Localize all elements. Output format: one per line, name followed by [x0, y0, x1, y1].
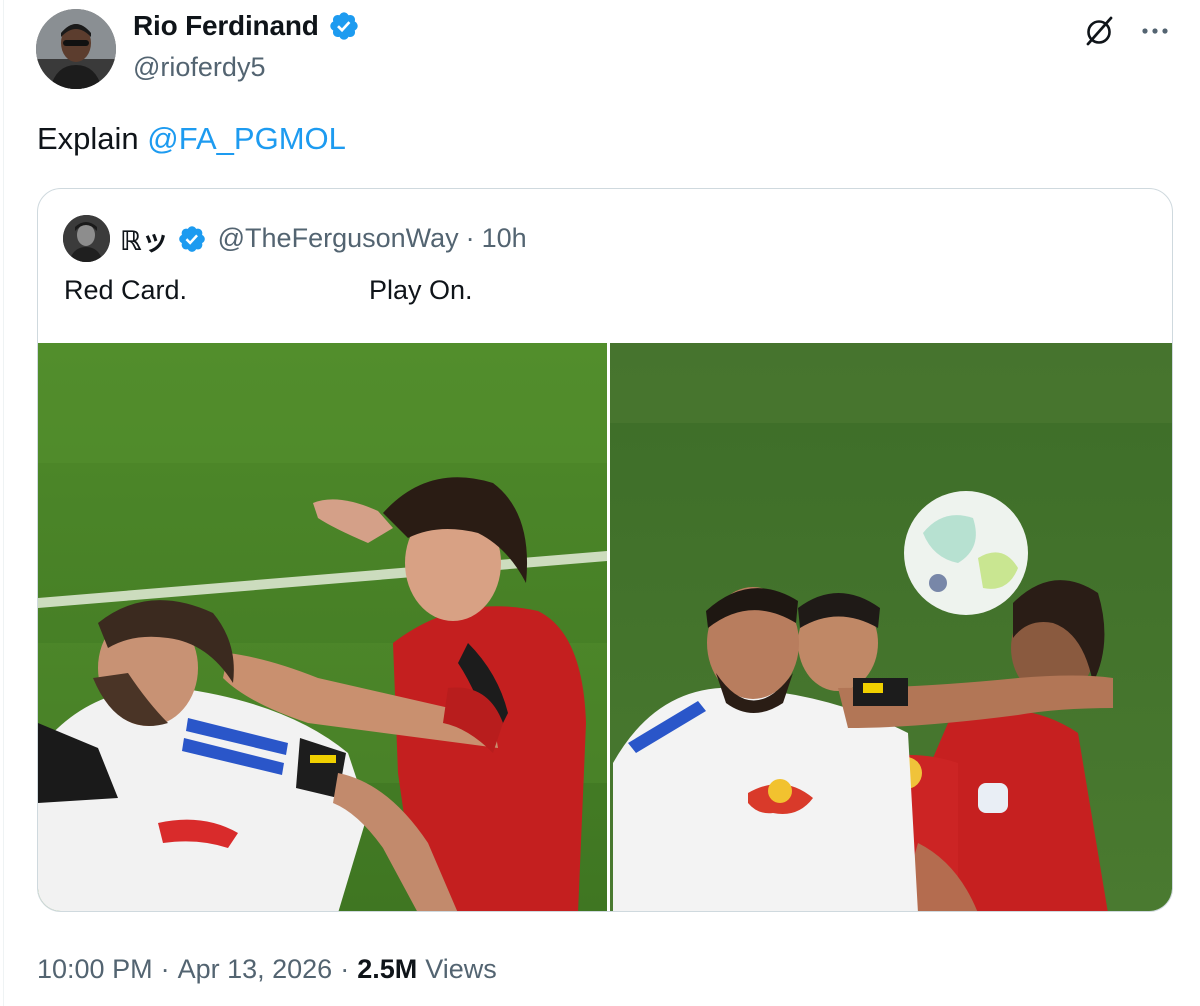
author-name-row: Rio Ferdinand: [133, 10, 360, 42]
grok-icon[interactable]: [1082, 14, 1116, 48]
left-border: [3, 0, 4, 1006]
quoted-header: ℝッ @TheFergusonWay · 10h: [120, 219, 527, 258]
quoted-author-name: ℝッ: [120, 226, 169, 256]
author-name[interactable]: Rio Ferdinand: [133, 10, 319, 42]
quoted-separator: ·: [465, 223, 475, 253]
tweet-meta: 10:00 PM · Apr 13, 2026 · 2.5M Views: [37, 954, 497, 985]
author-avatar[interactable]: [36, 9, 116, 89]
meta-separator: ·: [340, 954, 350, 984]
quoted-tweet-card[interactable]: ℝッ @TheFergusonWay · 10h Red Card. Play …: [37, 188, 1173, 912]
meta-separator: ·: [160, 954, 170, 984]
mention-link[interactable]: @FA_PGMOL: [147, 121, 346, 156]
photo-left: [38, 343, 607, 911]
media-divider: [607, 343, 610, 911]
quoted-text-right: Play On.: [369, 275, 473, 305]
quoted-author-avatar: [63, 215, 110, 262]
quoted-author-handle: @TheFergusonWay: [217, 223, 459, 253]
post-time[interactable]: 10:00 PM: [37, 954, 153, 985]
verified-badge-icon: [177, 224, 207, 254]
verified-badge-icon: [328, 10, 360, 42]
tweet-text: Explain @FA_PGMOL: [37, 121, 346, 157]
tweet-text-prefix: Explain: [37, 121, 148, 156]
author-handle[interactable]: @rioferdy5: [133, 52, 265, 83]
quoted-text-left: Red Card.: [64, 275, 188, 305]
quoted-media[interactable]: [38, 343, 1172, 911]
views-count[interactable]: 2.5M: [357, 954, 417, 985]
views-label: Views: [425, 954, 497, 984]
post-date[interactable]: Apr 13, 2026: [178, 954, 333, 985]
photo-right: [610, 343, 1172, 911]
quoted-timestamp: 10h: [481, 223, 527, 253]
more-icon[interactable]: [1138, 14, 1172, 48]
